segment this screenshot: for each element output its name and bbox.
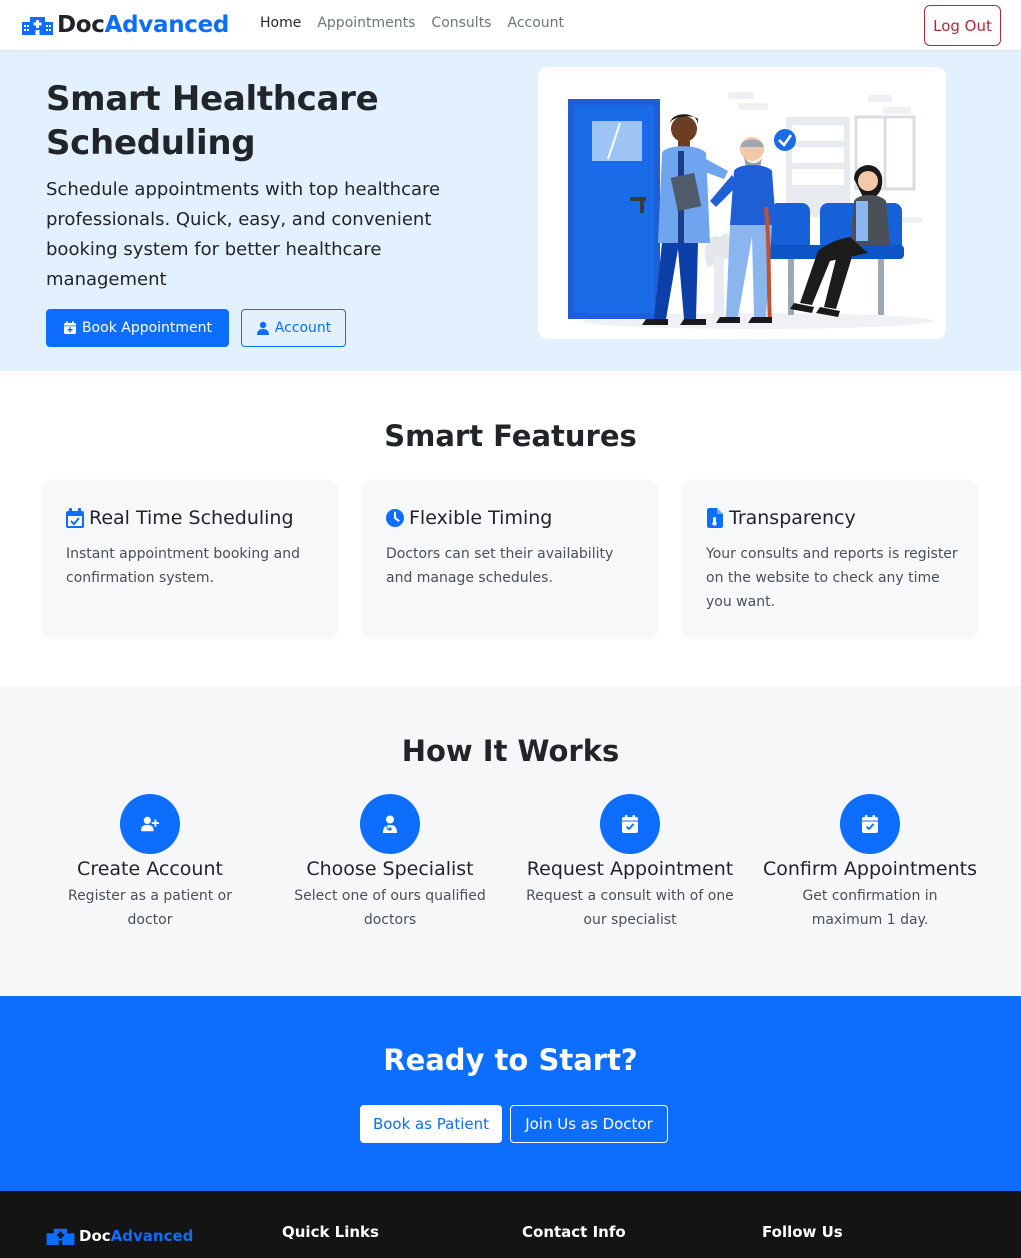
feature-text: Doctors can set their availability and m… [386,546,614,586]
clock-icon [386,509,404,527]
footer-brand-name: DocAdvanced [79,1227,193,1245]
feature-card-header: Flexible Timing [386,507,552,529]
hero-illustration [538,67,946,339]
book-as-patient-button[interactable]: Book as Patient [360,1105,502,1143]
how-it-works-title: How It Works [401,734,620,768]
feature-title: Flexible Timing [409,507,553,529]
step-create-account: Create Account Register as a patient or … [30,794,270,932]
footer: DocAdvanced Quick Links Contact Info Fol… [0,1191,1021,1258]
user-plus-icon [141,816,159,832]
step-confirm-appointments: Confirm Appointments Get confirmation in… [750,794,990,932]
book-appointment-label: Book Appointment [81,320,213,336]
nav-link-account[interactable]: Account [507,15,564,31]
feature-card-header: Real Time Scheduling [66,507,294,529]
cta-section: Ready to Start? Book as Patient Join Us … [0,996,1021,1191]
feature-card-flexible-timing: Flexible Timing Doctors can set their av… [362,480,658,637]
nav-link-consults[interactable]: Consults [431,15,491,31]
feature-title: Transparency [729,507,856,529]
step-text: Get confirmation in maximum 1 day. [802,888,938,928]
how-it-works-section: How It Works Create Account Register as … [0,686,1021,996]
feature-title: Real Time Scheduling [89,507,294,529]
calendar-check-icon [862,815,878,833]
logout-button[interactable]: Log Out [924,5,1001,46]
footer-brand[interactable]: DocAdvanced [46,1227,193,1245]
feature-card-real-time: Real Time Scheduling Instant appointment… [42,480,338,637]
step-title: Choose Specialist [306,858,474,880]
hero-description: Schedule appointments with top healthcar… [46,179,441,290]
account-button[interactable]: Account [241,309,346,347]
feature-text: Instant appointment booking and confirma… [66,546,300,586]
hospital-icon [22,17,53,35]
join-as-doctor-button[interactable]: Join Us as Doctor [510,1105,668,1143]
nav-link-home[interactable]: Home [260,15,301,31]
step-title: Confirm Appointments [762,858,978,880]
step-request-appointment: Request Appointment Request a consult wi… [510,794,750,932]
cta-title: Ready to Start? [383,1043,638,1077]
step-circle [840,794,900,854]
footer-brand-doc: Doc [79,1227,111,1245]
features-title: Smart Features [384,419,637,453]
nav-links: Home Appointments Consults Account [260,15,580,31]
step-text: Register as a patient or doctor [67,888,233,928]
hero-title: Smart Healthcare Scheduling [46,79,379,163]
account-label: Account [274,320,332,336]
hero-section: Smart Healthcare Scheduling Schedule app… [0,51,1021,371]
feature-text: Your consults and reports is register on… [706,546,958,610]
footer-quick-links-heading: Quick Links [282,1223,379,1241]
step-title: Create Account [77,858,223,880]
step-circle [600,794,660,854]
step-text: Select one of ours qualified doctors [294,888,486,928]
file-medical-icon [707,508,723,528]
footer-brand-advanced: Advanced [110,1227,194,1245]
nav-link-appointments[interactable]: Appointments [317,15,415,31]
footer-contact-info-heading: Contact Info [522,1223,626,1241]
user-icon [256,321,269,335]
feature-card-transparency: Transparency Your consults and reports i… [682,480,978,637]
user-doctor-icon [383,815,397,833]
book-appointment-button[interactable]: Book Appointment [46,309,229,347]
step-circle [120,794,180,854]
feature-card-header: Transparency [706,507,856,529]
features-section: Smart Features Real Time Scheduling Inst… [0,371,1021,686]
footer-follow-us-heading: Follow Us [762,1223,843,1241]
hospital-icon [46,1228,75,1245]
calendar-check-icon [622,815,638,833]
step-circle [360,794,420,854]
step-title: Request Appointment [526,858,734,880]
navbar: DocAdvanced Home Appointments Consults A… [0,0,1021,51]
calendar-plus-icon [63,321,76,334]
step-text: Request a consult with of one our specia… [526,888,734,928]
brand-logo[interactable]: DocAdvanced [22,8,229,42]
doctor-patient-illustration [568,92,933,329]
brand-name-doc: Doc [57,12,105,38]
calendar-check-icon [66,508,84,528]
step-choose-specialist: Choose Specialist Select one of ours qua… [270,794,510,932]
brand-name: DocAdvanced [57,12,229,38]
brand-name-advanced: Advanced [104,12,230,38]
